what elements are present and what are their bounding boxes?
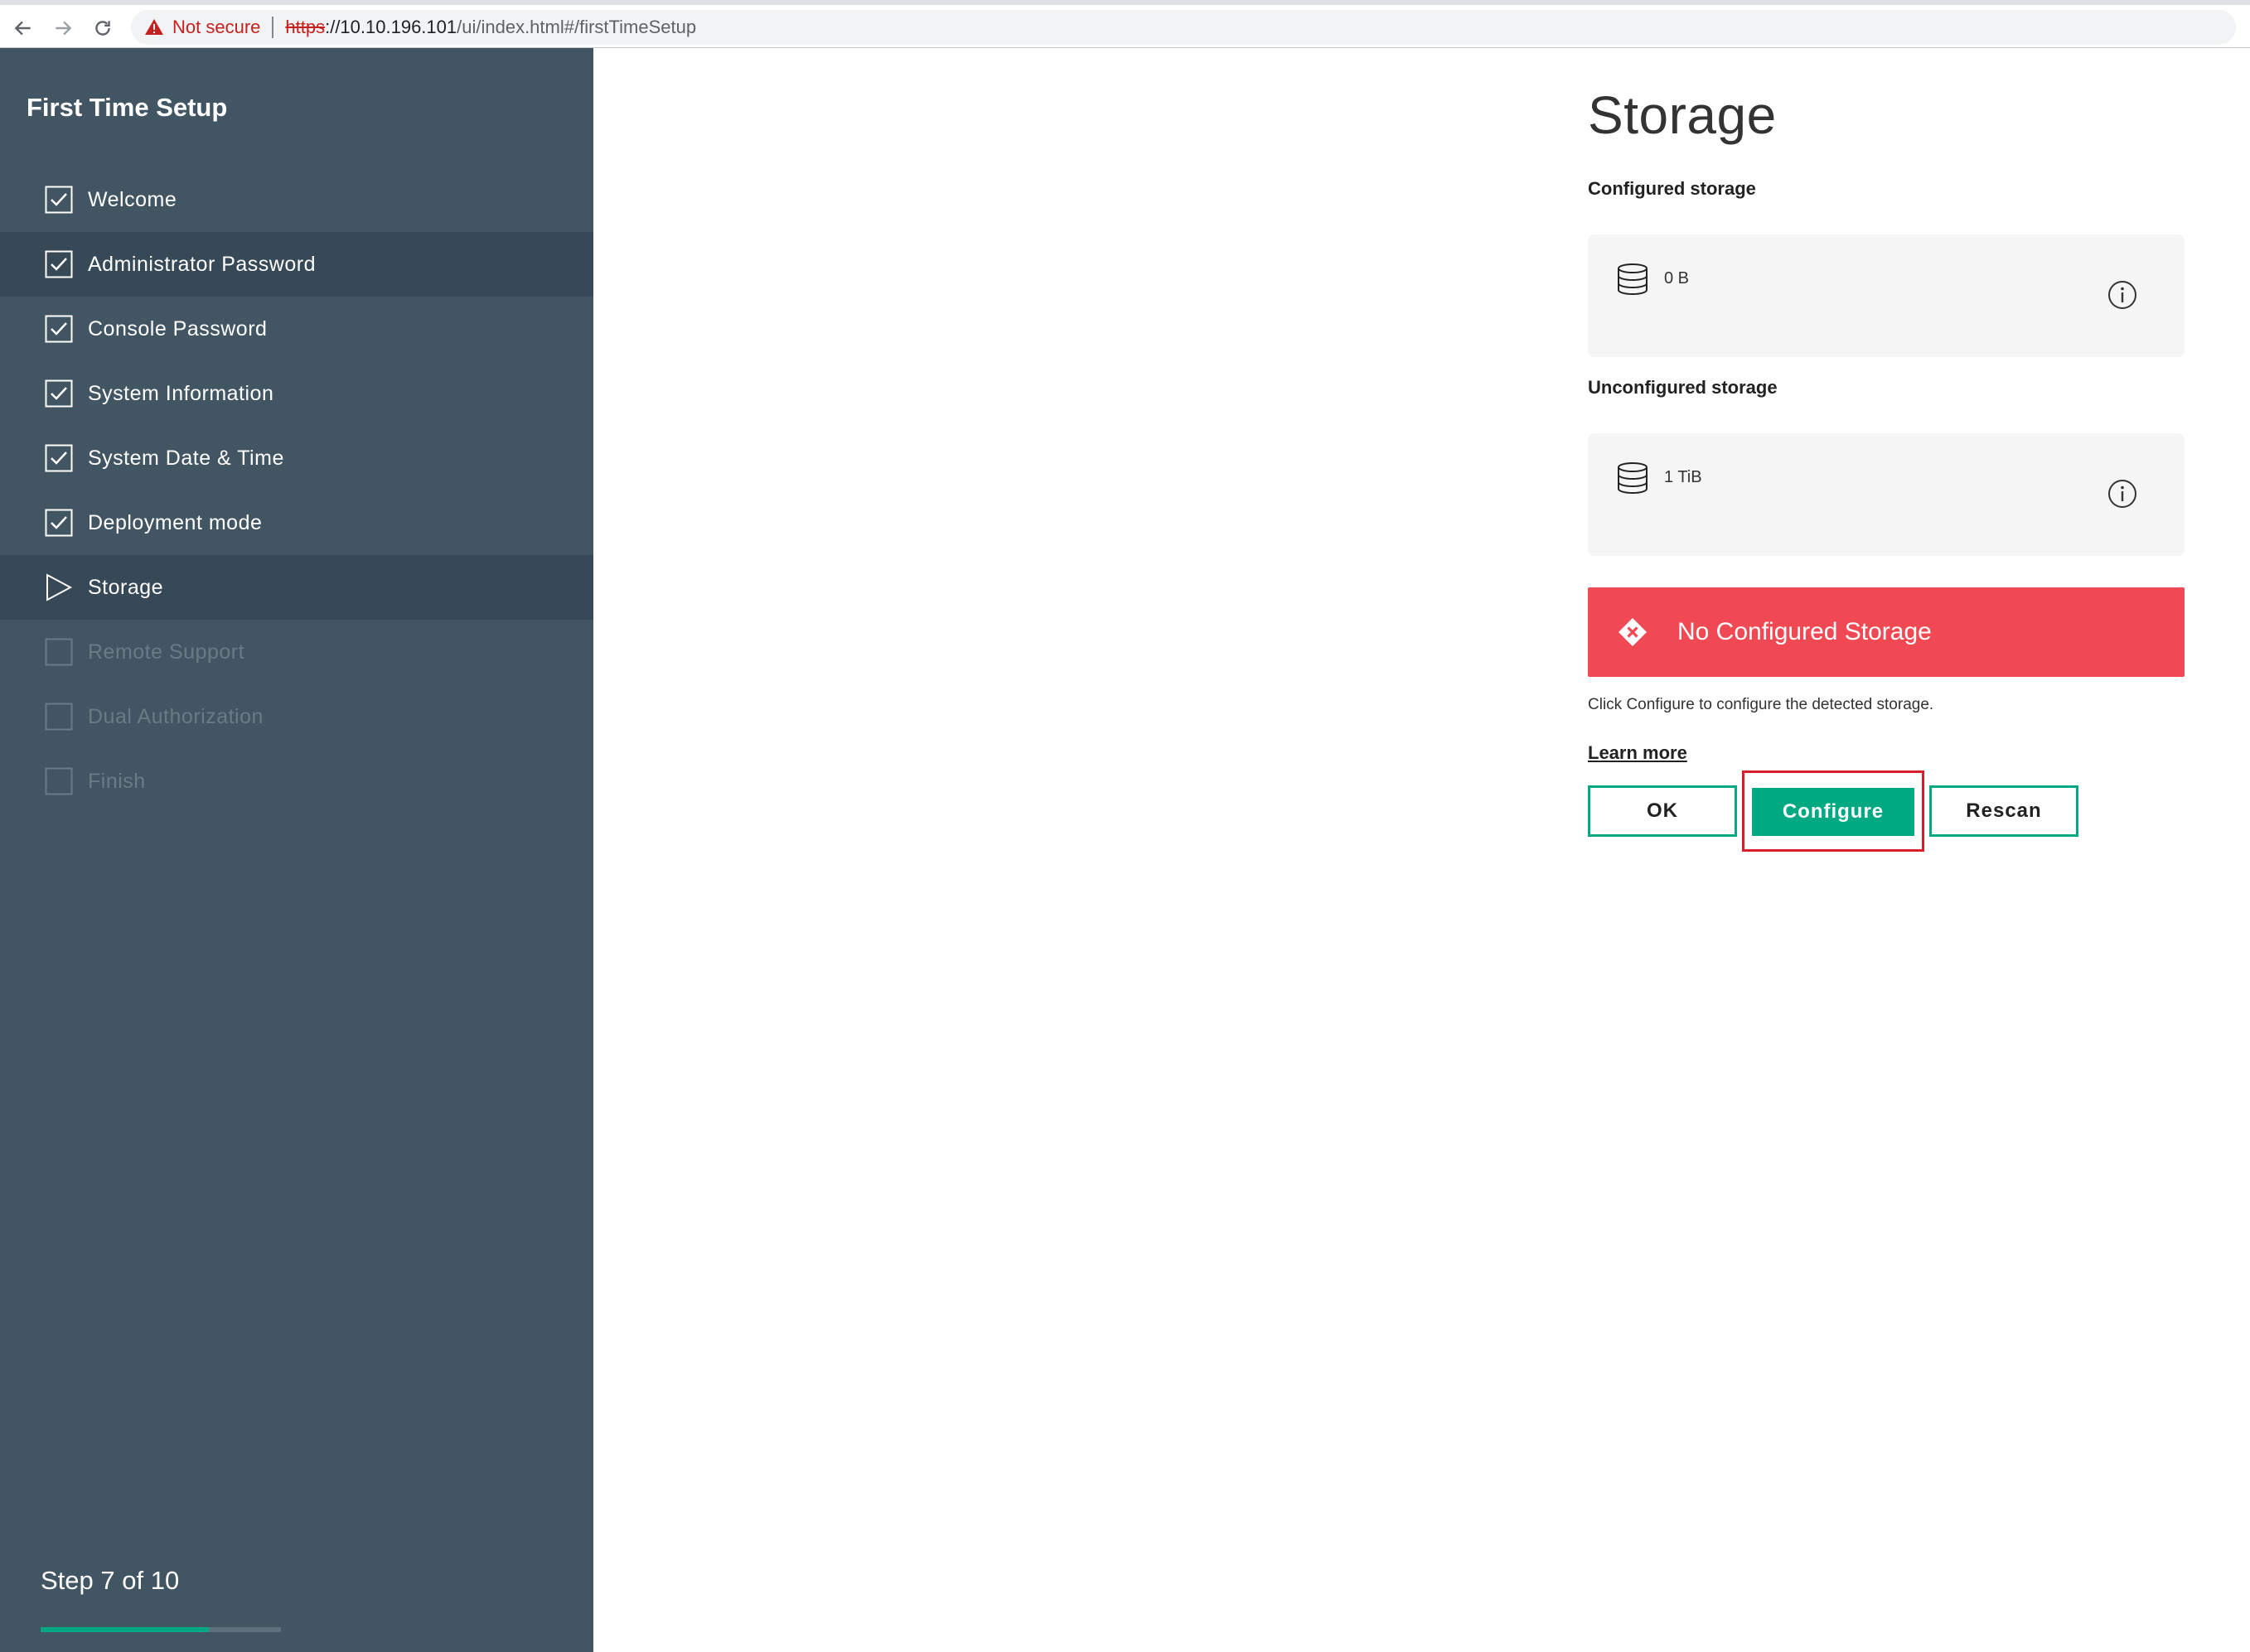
step-item-administrator-password[interactable]: Administrator Password xyxy=(0,232,593,297)
database-icon xyxy=(1616,263,1649,296)
step-item-dual-authorization: Dual Authorization xyxy=(0,684,593,749)
checkbox-checked-icon xyxy=(45,315,73,343)
browser-toolbar: Not secure https://10.10.196.101/ui/inde… xyxy=(0,0,2250,48)
step-label: Storage xyxy=(88,575,164,599)
step-item-welcome[interactable]: Welcome xyxy=(0,167,593,232)
checkbox-empty-icon xyxy=(45,767,73,795)
ok-button[interactable]: OK xyxy=(1588,785,1737,837)
arrow-right-icon xyxy=(56,21,72,36)
step-item-storage[interactable]: Storage xyxy=(0,555,593,620)
main-content: Storage Configured storage 0 B Unconfigu… xyxy=(593,48,2250,1652)
unconfigured-storage-label: Unconfigured storage xyxy=(1588,377,1778,398)
checkbox-checked-icon xyxy=(45,509,73,537)
learn-more-link[interactable]: Learn more xyxy=(1588,742,1687,764)
rescan-button[interactable]: Rescan xyxy=(1929,785,2078,837)
step-list: Welcome Administrator Password Console P… xyxy=(0,167,593,814)
alert-message: No Configured Storage xyxy=(1677,618,1932,645)
step-item-deployment-mode[interactable]: Deployment mode xyxy=(0,490,593,555)
reload-button[interactable] xyxy=(88,13,118,43)
reload-icon xyxy=(95,21,110,36)
unconfigured-storage-card: 1 TiB xyxy=(1588,433,2185,556)
configured-storage-size: 0 B xyxy=(1664,269,1690,287)
warning-icon xyxy=(144,17,164,37)
checkbox-checked-icon xyxy=(45,250,73,278)
address-bar[interactable]: Not secure https://10.10.196.101/ui/inde… xyxy=(131,10,2236,45)
sidebar-title: First Time Setup xyxy=(27,93,228,122)
checkbox-checked-icon xyxy=(45,379,73,408)
back-button[interactable] xyxy=(8,13,38,43)
step-label: Console Password xyxy=(88,316,268,341)
error-diamond-icon xyxy=(1618,617,1648,647)
checkbox-checked-icon xyxy=(45,186,73,214)
checkbox-empty-icon xyxy=(45,638,73,666)
step-item-system-date-time[interactable]: System Date & Time xyxy=(0,426,593,490)
step-label: Administrator Password xyxy=(88,252,316,276)
step-label: Finish xyxy=(88,769,146,793)
url-host: ://10.10.196.101 xyxy=(325,17,457,37)
forward-button[interactable] xyxy=(48,13,78,43)
play-arrow-icon xyxy=(45,573,73,601)
unconfigured-storage-size: 1 TiB xyxy=(1664,468,1702,486)
info-icon[interactable] xyxy=(2107,478,2138,510)
step-label: System Information xyxy=(88,381,274,405)
step-label: System Date & Time xyxy=(88,446,284,470)
progress-bar xyxy=(41,1627,281,1632)
setup-sidebar: First Time Setup Welcome Administrator P… xyxy=(0,48,593,1652)
step-label: Welcome xyxy=(88,187,177,211)
step-item-system-information[interactable]: System Information xyxy=(0,361,593,426)
separator xyxy=(272,17,274,38)
configured-storage-card: 0 B xyxy=(1588,234,2185,357)
url-path: /ui/index.html#/firstTimeSetup xyxy=(457,17,697,37)
step-label: Deployment mode xyxy=(88,510,263,534)
step-counter: Step 7 of 10 xyxy=(41,1566,180,1595)
checkbox-empty-icon xyxy=(45,703,73,731)
step-label: Remote Support xyxy=(88,640,245,664)
security-status[interactable]: Not secure xyxy=(172,17,260,38)
configured-storage-label: Configured storage xyxy=(1588,178,1756,199)
annotation-highlight xyxy=(1742,770,1924,852)
step-item-console-password[interactable]: Console Password xyxy=(0,297,593,361)
page-title: Storage xyxy=(1588,85,1777,145)
step-item-remote-support: Remote Support xyxy=(0,620,593,684)
error-banner: No Configured Storage xyxy=(1588,587,2185,677)
help-text: Click Configure to configure the detecte… xyxy=(1588,696,1934,713)
url-scheme: https xyxy=(285,17,326,37)
info-icon[interactable] xyxy=(2107,279,2138,311)
progress-fill xyxy=(41,1627,209,1632)
step-item-finish: Finish xyxy=(0,749,593,814)
step-label: Dual Authorization xyxy=(88,704,264,728)
arrow-left-icon xyxy=(14,21,31,36)
checkbox-checked-icon xyxy=(45,444,73,472)
database-icon xyxy=(1616,461,1649,495)
